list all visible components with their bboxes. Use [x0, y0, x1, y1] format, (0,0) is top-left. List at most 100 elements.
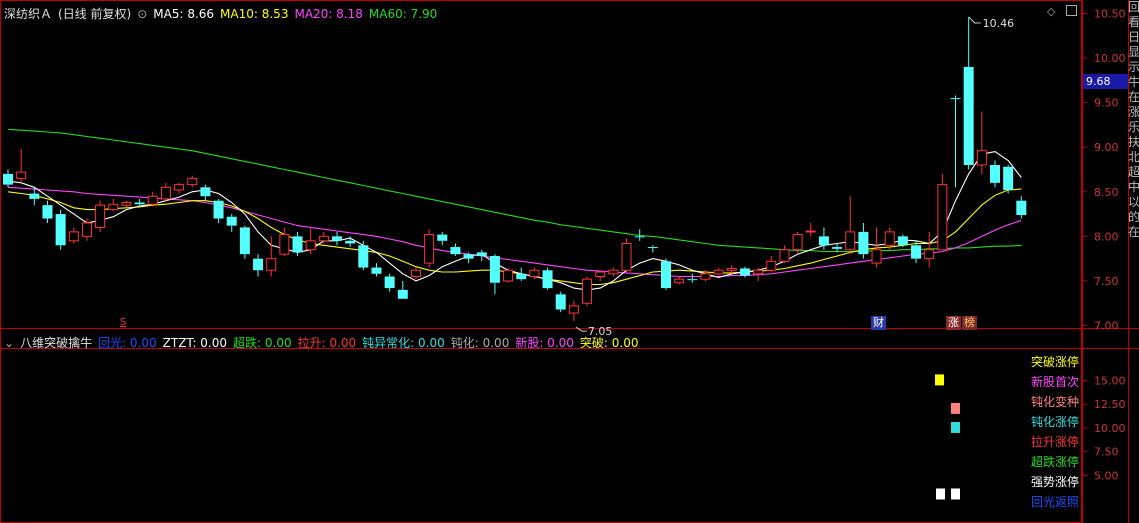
- legend-item: 回光返照: [1030, 495, 1079, 509]
- candle-body: [805, 230, 816, 233]
- indicator-value-5: 钝化: 0.00: [450, 336, 510, 350]
- candle-body: [529, 269, 540, 277]
- candle-body: [489, 255, 500, 283]
- candle-body: [16, 171, 27, 179]
- candle: [55, 209, 66, 250]
- candle-body: [134, 202, 145, 205]
- price-tick-label: 7.00: [1094, 320, 1119, 333]
- candle-body: [871, 249, 882, 264]
- collapse-icon[interactable]: ⌄: [4, 336, 14, 350]
- low-pointer: [575, 326, 587, 332]
- candle-body: [634, 236, 645, 238]
- candle-body: [661, 261, 671, 289]
- candle: [542, 267, 553, 290]
- candle: [371, 263, 382, 277]
- candle-body: [213, 200, 224, 219]
- candle-body: [845, 231, 856, 251]
- candle-body: [516, 273, 527, 280]
- ma10-line: [7, 188, 1022, 286]
- right-panel-strip: 回看 日 显 示 牛 在 涨 乐 扶 北 超 中 以 的 在: [1128, 0, 1139, 239]
- candle-body: [766, 260, 777, 271]
- indicator-tick-label: 5.00: [1094, 469, 1119, 482]
- candle: [687, 273, 698, 283]
- candle: [318, 231, 329, 244]
- candle: [95, 200, 106, 232]
- candle-body: [911, 245, 922, 259]
- candle: [976, 111, 987, 174]
- candle: [621, 238, 632, 273]
- candle-body: [305, 240, 316, 251]
- chart-canvas: 10.50 10.00 9.50 9.00 8.50 8.00 7.50 7.00 15.00 1…: [0, 0, 1139, 523]
- candle: [410, 267, 421, 280]
- indicator-value-7: 突破: 0.00: [579, 336, 639, 350]
- candle: [384, 273, 395, 292]
- candle-body: [990, 165, 1000, 183]
- ma5-line: [7, 151, 1022, 291]
- candle: [555, 291, 566, 313]
- candle: [397, 280, 408, 299]
- maximize-icon[interactable]: [1066, 5, 1077, 16]
- candle-body: [1016, 200, 1027, 215]
- candle-body: [937, 184, 948, 251]
- signal-mark: [935, 374, 944, 386]
- candle: [1003, 165, 1014, 194]
- bang-marker[interactable]: 榜: [962, 316, 977, 330]
- candle: [963, 16, 974, 170]
- candle: [174, 182, 185, 194]
- candle: [279, 227, 290, 256]
- period-label[interactable]: (日线 前复权): [58, 7, 131, 21]
- candle-body: [95, 204, 106, 228]
- candle: [595, 270, 606, 281]
- high-pointer: [968, 16, 981, 24]
- settings-icon[interactable]: ⊙: [137, 7, 147, 21]
- candle: [779, 245, 790, 264]
- candle-body: [437, 234, 448, 241]
- indicator-value-1: ZTZT: 0.00: [162, 336, 228, 350]
- ma60-line: [7, 128, 1022, 253]
- candle-body: [726, 267, 737, 271]
- legend-item: 强势涨停: [1030, 475, 1079, 489]
- indicator-tick-label: 7.50: [1094, 446, 1119, 459]
- ma20-label: MA20: 8.18: [294, 7, 363, 21]
- candle-body: [358, 245, 369, 268]
- candle: [582, 276, 593, 306]
- candle: [990, 160, 1000, 188]
- candle: [805, 222, 816, 237]
- candle-body: [371, 267, 382, 274]
- candle-body: [687, 279, 698, 281]
- candle-body: [1003, 166, 1014, 190]
- candle: [503, 267, 514, 283]
- candle: [121, 200, 132, 208]
- candle-body: [503, 269, 514, 282]
- indicator-name[interactable]: 八维突破擒牛: [20, 336, 92, 350]
- candle: [950, 95, 961, 188]
- candle-body: [424, 234, 435, 264]
- candle: [858, 222, 869, 259]
- candle-body: [121, 201, 132, 206]
- diamond-icon[interactable]: ◇: [1047, 5, 1055, 18]
- price-tick-label: 10.00: [1094, 52, 1126, 65]
- candle-body: [858, 231, 869, 255]
- candle-body: [55, 214, 66, 246]
- candle-body: [253, 258, 264, 271]
- ma20-line: [7, 186, 1022, 278]
- candle-body: [582, 278, 593, 304]
- indicator-value-2: 超跌: 0.00: [233, 336, 292, 350]
- candle: [937, 173, 948, 251]
- candle-body: [555, 294, 566, 310]
- signal-mark: [936, 488, 945, 500]
- legend-item: 钝化涨停: [1030, 415, 1079, 429]
- candle-body: [963, 66, 974, 165]
- candle: [16, 148, 27, 183]
- zhang-marker[interactable]: 涨: [946, 316, 961, 330]
- candle-body: [410, 269, 421, 277]
- current-price-tag: 9.68: [1083, 74, 1128, 89]
- candle: [239, 225, 250, 259]
- candle-body: [226, 216, 237, 226]
- candle: [424, 229, 435, 268]
- candle: [160, 182, 171, 201]
- chart-frame: [0, 0, 1082, 523]
- cai-marker[interactable]: 财: [871, 316, 886, 330]
- stock-name[interactable]: 深纺织Ａ: [4, 7, 52, 21]
- price-tick-label: 10.50: [1094, 7, 1126, 20]
